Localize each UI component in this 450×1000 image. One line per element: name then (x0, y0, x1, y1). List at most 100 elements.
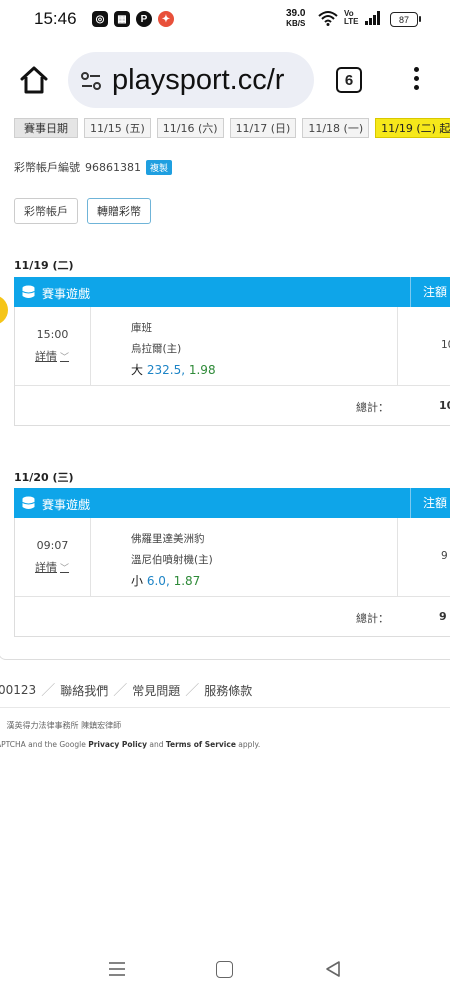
amount-cell: 10 (397, 307, 450, 385)
footer-divider (0, 707, 450, 708)
total-label: 總計： (356, 612, 389, 625)
battery-icon: 87 (390, 12, 421, 27)
match-time: 15:00 (36, 328, 69, 341)
table-row: 09:07 詳情 ﹀ 佛羅里達美洲豹 溫尼伯噴射機(主) 小 6.0, 1.87 … (15, 518, 450, 597)
bet-odds: 1.98 (188, 363, 216, 377)
section-date: 11/20 (三) (14, 471, 74, 484)
bet-side: 小 (131, 574, 144, 588)
more-menu-icon[interactable] (408, 67, 424, 93)
table-row: 15:00 詳情﹀ 庫班 烏拉爾(主) 大 232.5, 1.98 10 (15, 307, 450, 386)
instagram-icon: ◎ (92, 11, 108, 27)
tab-switcher-button[interactable]: 6 (336, 67, 362, 93)
details-link[interactable]: 詳情 ﹀ (35, 348, 69, 364)
network-speed: 39.0 KB/S (286, 9, 305, 29)
system-icons: Vo LTE (318, 10, 381, 26)
footer-links: 00123 ／ 聯絡我們 ／ 常見問題 ／ 服務條款 (0, 680, 252, 700)
footer-phone[interactable]: 00123 (0, 683, 36, 697)
details-label: 詳情 (35, 561, 57, 574)
system-nav-bar (0, 948, 450, 1000)
recaptcha-apply: apply. (235, 740, 261, 749)
details-label: 詳情 (35, 350, 57, 363)
nav-home-icon[interactable] (216, 961, 233, 978)
total-value: 9 (439, 610, 447, 623)
bet-side: 大 (131, 363, 144, 377)
date-filter: 賽事日期 11/15 (五) 11/16 (六) 11/17 (日) 11/18… (14, 118, 450, 138)
bet-amount: 9 (441, 550, 448, 562)
volte-bottom: LTE (344, 17, 359, 26)
bet-line: 232.5 (146, 363, 182, 377)
date-button-active[interactable]: 11/19 (二) 起 (375, 118, 450, 138)
date-button[interactable]: 11/18 (一) (302, 118, 370, 138)
bet-pick: 小 6.0, 1.87 (131, 571, 213, 592)
header-amount: 注額 (410, 488, 450, 518)
table-header: 賽事遊戲 注額 (14, 277, 450, 307)
bet-amount: 10 (441, 339, 450, 351)
site-settings-icon[interactable] (80, 70, 102, 92)
threads-icon: ▦ (114, 11, 130, 27)
match-time: 09:07 (36, 539, 69, 552)
network-speed-unit: KB/S (286, 19, 306, 28)
footer-legal: ： 漢英得力法律事務所 陳鎮宏律師 (0, 721, 122, 730)
bet-table: 賽事遊戲 注額 15:00 詳情 ﹀ 庫班 烏拉爾(主) 大 232.5, 1.9… (14, 277, 450, 426)
home-team: 烏拉爾(主) (131, 343, 182, 355)
away-team: 庫班 (131, 322, 152, 334)
total-label: 總計： (356, 401, 389, 414)
coin-account-button[interactable]: 彩幣帳戶 (14, 198, 78, 224)
details-link[interactable]: 詳情 ﹀ (35, 559, 69, 575)
privacy-policy-link[interactable]: Privacy Policy (88, 740, 147, 749)
total-row: 總計： 10 (15, 386, 450, 425)
battery-level: 87 (398, 14, 409, 25)
home-icon[interactable] (18, 64, 50, 96)
section-date: 11/19 (二) (14, 259, 74, 272)
p-icon: P (136, 11, 152, 27)
footer-terms-link[interactable]: 服務條款 (204, 682, 252, 699)
header-amount: 注額 (410, 277, 450, 307)
account-tabs: 彩幣帳戶 轉贈彩幣 (14, 198, 151, 224)
chevron-down-icon: ﹀ (60, 353, 70, 363)
bet-pick: 大 232.5, 1.98 (131, 360, 216, 381)
footer-faq-link[interactable]: 常見問題 (132, 682, 180, 699)
bet-separator: , (165, 574, 170, 588)
bet-odds: 1.87 (173, 574, 201, 588)
date-button[interactable]: 11/15 (五) (84, 118, 151, 138)
table-body: 09:07 詳情 ﹀ 佛羅里達美洲豹 溫尼伯噴射機(主) 小 6.0, 1.87 … (14, 518, 450, 637)
match-cell: 佛羅里達美洲豹 溫尼伯噴射機(主) 小 6.0, 1.87 (131, 529, 213, 592)
footer-separator: ／ (185, 683, 200, 699)
bet-separator: , (181, 363, 186, 377)
copy-button[interactable]: 複製 (146, 159, 173, 175)
total-row: 總計： 9 (15, 597, 450, 636)
network-speed-value: 39.0 (286, 8, 306, 19)
page-content: 賽事日期 11/15 (五) 11/16 (六) 11/17 (日) 11/18… (0, 118, 450, 948)
status-app-icons: ◎ ▦ P ✦ (92, 11, 174, 27)
date-button[interactable]: 11/17 (日) (229, 118, 297, 138)
time-cell: 09:07 詳情 ﹀ (15, 518, 91, 596)
address-bar[interactable]: playsport.cc/r (68, 52, 314, 108)
back-icon[interactable] (324, 960, 342, 978)
game-icon: ✦ (158, 11, 174, 27)
account-number: 96861381 (85, 160, 141, 174)
date-button[interactable]: 11/16 (六) (156, 118, 224, 138)
table-body: 15:00 詳情﹀ 庫班 烏拉爾(主) 大 232.5, 1.98 10 總計：… (14, 307, 450, 426)
footer-contact-link[interactable]: 聯絡我們 (60, 682, 108, 699)
transfer-coins-button[interactable]: 轉贈彩幣 (87, 198, 151, 224)
header-game: 賽事遊戲 (42, 287, 91, 301)
account-label: 彩幣帳戶編號 (14, 161, 80, 174)
account-info: 彩幣帳戶編號 96861381 複製 (14, 159, 173, 175)
header-game: 賽事遊戲 (42, 498, 91, 512)
bet-line: 6.0 (146, 574, 166, 588)
bet-table: 賽事遊戲 注額 09:07 詳情 ﹀ 佛羅里達美洲豹 溫尼伯噴射機(主) 小 6.… (14, 488, 450, 637)
status-bar: 15:46 ◎ ▦ P ✦ 39.0 KB/S Vo LTE 87 (0, 0, 450, 40)
table-header: 賽事遊戲 注額 (14, 488, 450, 518)
time-cell: 15:00 詳情 ﹀ (15, 307, 91, 385)
recents-icon[interactable] (108, 961, 126, 977)
url-text[interactable]: playsport.cc/r (112, 64, 284, 97)
footer-separator: ／ (41, 683, 56, 699)
recaptcha-text: APTCHA and the Google (0, 740, 89, 749)
total-value: 10 (439, 399, 450, 412)
status-time: 15:46 (34, 9, 77, 28)
date-filter-label: 賽事日期 (14, 118, 78, 138)
wifi-icon (318, 11, 338, 26)
terms-of-service-link[interactable]: Terms of Service (166, 740, 236, 749)
footer-separator: ／ (113, 683, 128, 699)
tab-count: 6 (344, 71, 354, 89)
